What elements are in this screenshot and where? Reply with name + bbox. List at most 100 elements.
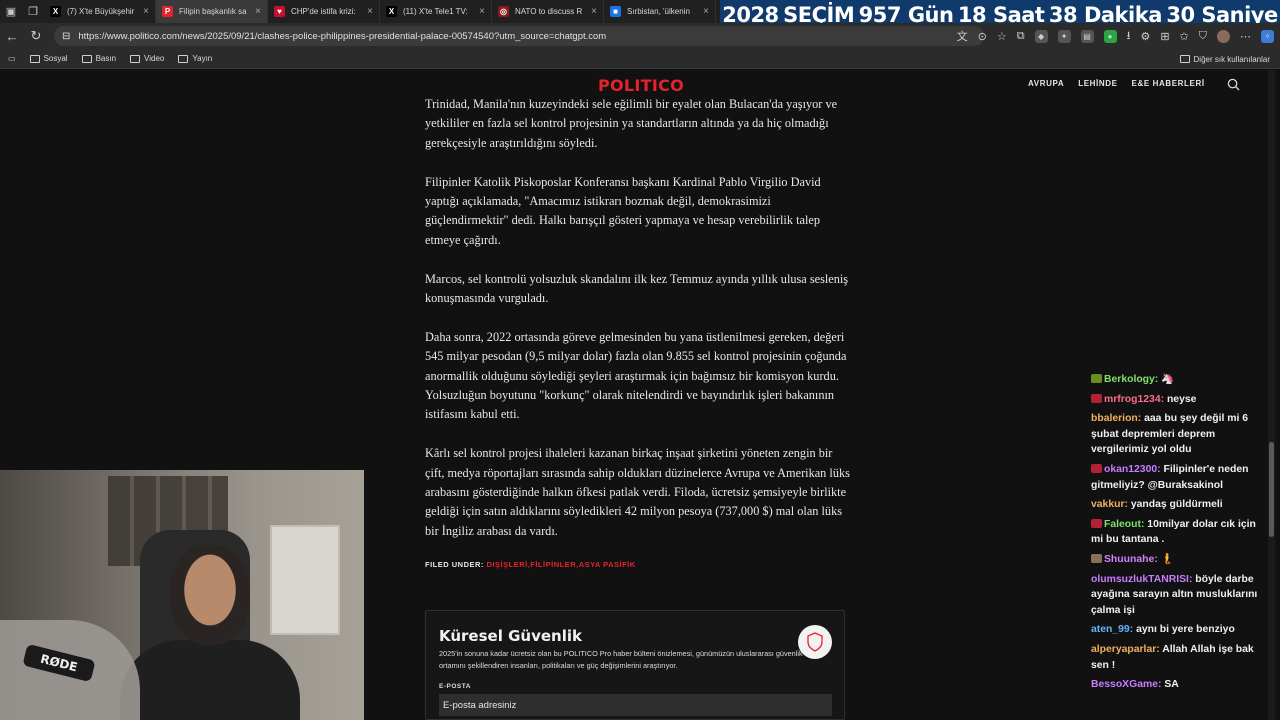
reader-mode-icon[interactable]: ⊙: [978, 30, 987, 43]
close-icon[interactable]: ×: [703, 6, 709, 17]
tab-title: CHP'de istifa krizi:: [291, 7, 356, 16]
chat-username[interactable]: bbalerion:: [1091, 413, 1141, 424]
close-icon[interactable]: ×: [479, 6, 485, 17]
other-favorites[interactable]: Diğer sık kullanılanlar: [1179, 49, 1270, 69]
chat-message: Berkology: 🦄: [1091, 372, 1269, 388]
close-icon[interactable]: ×: [591, 6, 597, 17]
chat-username[interactable]: BessoXGame:: [1091, 679, 1161, 690]
page-scrollbar[interactable]: [1268, 70, 1275, 720]
tab-title: Sırbistan, 'ülkenin: [627, 7, 690, 16]
collections-icon[interactable]: ⧉: [1017, 30, 1025, 43]
chat-username[interactable]: Faleout:: [1104, 519, 1144, 530]
article-paragraph: Marcos, sel kontrolü yolsuzluk skandalın…: [425, 271, 849, 306]
scrollbar-thumb[interactable]: [1269, 442, 1274, 537]
chat-badge-icon: [1091, 374, 1102, 383]
browser-tab[interactable]: X (7) X'te Büyükşehir ×: [44, 0, 156, 23]
bookmark-folder[interactable]: Video: [130, 54, 164, 63]
extension-icon[interactable]: ▤: [1080, 29, 1094, 43]
chat-message: mrfrog1234: neyse: [1091, 392, 1269, 408]
tab-title: Filipin başkanlık sa: [179, 7, 247, 16]
stream-chat: Berkology: 🦄 mrfrog1234: neyse bbalerion: …: [1091, 372, 1269, 697]
chat-username[interactable]: alperyaparlar:: [1091, 644, 1160, 655]
x-logo-icon: X: [50, 6, 61, 17]
close-icon[interactable]: ×: [255, 6, 261, 17]
extension-icon[interactable]: ●: [1103, 29, 1117, 43]
browser-tab[interactable]: P Filipin başkanlık sa ×: [156, 0, 268, 23]
extensions-icon[interactable]: ⚙: [1140, 30, 1150, 43]
chat-badge-icon: [1091, 463, 1102, 473]
close-icon[interactable]: ×: [367, 6, 373, 17]
workspaces-icon[interactable]: ▣: [0, 0, 22, 23]
whiteboard: [270, 525, 340, 635]
browser-tab[interactable]: ♥ CHP'de istifa krizi: ×: [268, 0, 380, 23]
chat-text: 🧜: [1160, 553, 1174, 565]
chat-username[interactable]: olumsuzlukTANRISI:: [1091, 574, 1192, 585]
filed-under-tags[interactable]: DIŞİŞLERİ,FİLİPİNLER,ASYA PASİFİK: [487, 560, 636, 569]
politico-icon: P: [162, 6, 173, 17]
chat-badge-icon: [1091, 518, 1102, 528]
chat-username[interactable]: Shuunahe:: [1104, 554, 1158, 565]
back-icon[interactable]: ←: [0, 23, 24, 49]
bookmark-label: Basın: [95, 54, 117, 63]
address-bar[interactable]: ⊟ https://www.politico.com/news/2025/09/…: [54, 26, 984, 46]
tab-title: (7) X'te Büyükşehir: [67, 7, 135, 16]
folder-icon: [29, 54, 40, 63]
chat-message: Faleout: 10milyar dolar cık için mi bu t…: [1091, 517, 1269, 548]
extension-icon[interactable]: ✦: [1057, 29, 1071, 43]
bookmark-folder[interactable]: Yayın: [178, 54, 212, 63]
nav-link[interactable]: E&E HABERLERİ: [1132, 79, 1205, 88]
shield-icon[interactable]: ⛉: [1199, 30, 1207, 43]
menu-dots-icon[interactable]: ⋯: [1240, 30, 1251, 43]
filed-under-label: FILED UNDER:: [425, 560, 484, 569]
other-favorites-label: Diğer sık kullanılanlar: [1193, 54, 1270, 64]
chat-message: BessoXGame: SA: [1091, 677, 1269, 693]
chat-username[interactable]: vakkur:: [1091, 499, 1128, 510]
chat-username[interactable]: aten_99:: [1091, 624, 1133, 635]
streamer-body: [120, 640, 300, 720]
site-info-icon[interactable]: ⊟: [62, 31, 70, 42]
nav-link[interactable]: LEHİNDE: [1078, 79, 1117, 88]
article-paragraph: Trinidad, Manila'nın kuzeyindeki sele eğ…: [425, 97, 838, 150]
shield-icon: [798, 625, 832, 659]
newsletter-title: Küresel Güvenlik: [439, 627, 582, 645]
newsletter-description: 2025'in sonuna kadar ücretsiz olan bu PO…: [439, 649, 803, 670]
bookmark-folder[interactable]: Sosyal: [29, 54, 68, 63]
chat-message: bbalerion: aaa bu şey değil mi 6 şubat d…: [1091, 411, 1269, 458]
avatar[interactable]: [1217, 29, 1230, 43]
browser-tab[interactable]: ◎ NATO to discuss R ×: [492, 0, 604, 23]
email-field[interactable]: [439, 694, 832, 716]
folder-icon: [130, 54, 141, 63]
chat-username[interactable]: okan12300:: [1104, 464, 1161, 475]
toolbar-icons: 文 ⊙ ☆ ⧉ ◆ ✦ ▤ ● ⭳ ⚙ ⊞ ✩ ⛉ ⋯ ✧: [957, 23, 1274, 49]
tab-title: NATO to discuss R: [515, 7, 583, 16]
streamer-face: [170, 545, 250, 645]
split-screen-icon[interactable]: ⊞: [1160, 30, 1169, 43]
translate-icon[interactable]: 文: [957, 28, 968, 44]
chat-username[interactable]: Berkology:: [1104, 374, 1158, 385]
chat-message: olumsuzlukTANRISI: böyle darbe ayağına s…: [1091, 572, 1269, 619]
nav-link[interactable]: AVRUPA: [1028, 79, 1064, 88]
extension-icon[interactable]: ◆: [1034, 29, 1048, 43]
search-icon[interactable]: [1227, 78, 1240, 91]
favorite-star-icon[interactable]: ☆: [997, 30, 1007, 43]
streamer-webcam: RØDE: [0, 470, 364, 720]
news-icon: ◎: [498, 6, 509, 17]
copilot-icon[interactable]: ✧: [1261, 29, 1274, 43]
bookmark-folder[interactable]: Basın: [81, 54, 117, 63]
email-label: E-POSTA: [439, 683, 471, 690]
politico-logo[interactable]: POLITICO: [598, 76, 684, 95]
chat-username[interactable]: mrfrog1234:: [1104, 394, 1164, 405]
close-icon[interactable]: ×: [143, 6, 149, 17]
favorites-icon[interactable]: ✩: [1180, 30, 1189, 43]
chat-message: vakkur: yandaş güldürmeli: [1091, 497, 1269, 513]
browser-tab[interactable]: X (11) X'te Tele1 TV: ×: [380, 0, 492, 23]
folder-icon: [1179, 55, 1190, 63]
tab-actions-icon[interactable]: ❐: [22, 0, 44, 23]
refresh-icon[interactable]: ↻: [24, 23, 48, 49]
reading-list-icon[interactable]: ▭: [8, 54, 16, 63]
tv-icon: ♥: [274, 6, 285, 17]
browser-tab[interactable]: ■ Sırbistan, 'ülkenin ×: [604, 0, 716, 23]
downloads-icon[interactable]: ⭳: [1127, 27, 1131, 46]
address-row: ← ↻ ⊟ https://www.politico.com/news/2025…: [0, 23, 1280, 49]
chat-message: Shuunahe: 🧜: [1091, 552, 1269, 568]
